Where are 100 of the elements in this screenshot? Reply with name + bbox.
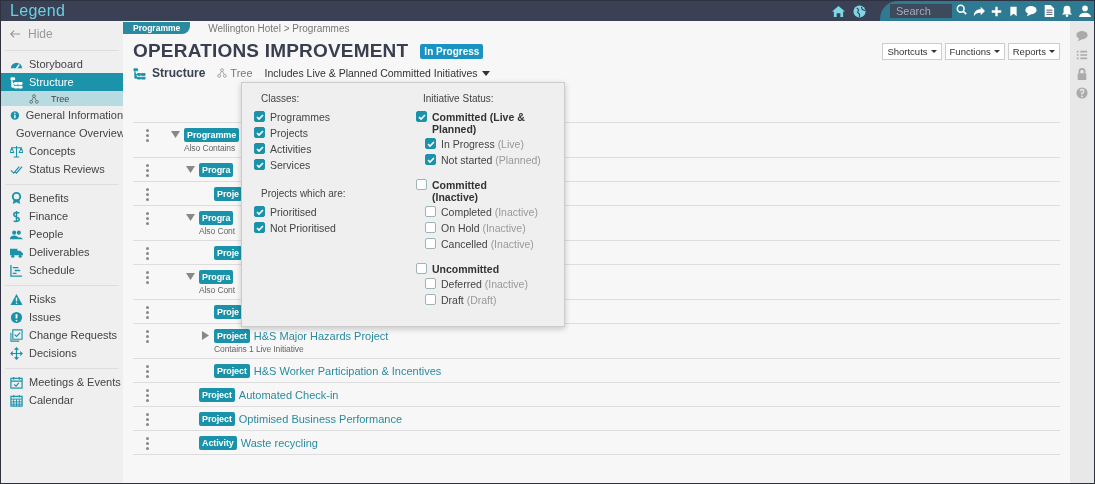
bell-icon[interactable] xyxy=(1061,5,1073,17)
sidebar-item[interactable]: Status Reviews xyxy=(1,160,123,178)
checkbox[interactable] xyxy=(416,263,427,274)
checkbox[interactable] xyxy=(254,143,265,154)
checkbox[interactable] xyxy=(425,238,436,249)
collapse-toggle-icon[interactable] xyxy=(186,213,195,222)
hierarchy-icon xyxy=(10,75,23,89)
breadcrumb[interactable]: Wellington Hotel > Programmes xyxy=(208,22,350,34)
sidebar-item[interactable]: Calendar xyxy=(1,391,123,409)
dropdown-button[interactable]: Shortcuts xyxy=(882,42,942,60)
checkbox[interactable] xyxy=(425,222,436,233)
plus-icon[interactable] xyxy=(991,5,1002,17)
checkbox-label[interactable]: Deferred (Inactive) xyxy=(441,278,528,290)
collapse-toggle-icon[interactable] xyxy=(186,272,195,281)
globe-icon[interactable] xyxy=(853,4,866,18)
share-icon[interactable] xyxy=(973,5,985,17)
sidebar-item[interactable]: Structure xyxy=(1,73,123,91)
sidebar-item[interactable]: Concepts xyxy=(1,142,123,160)
initiative-link[interactable]: Waste recycling xyxy=(240,436,318,449)
group-heading: Classes: xyxy=(261,93,301,104)
dropdown-button[interactable]: Reports xyxy=(1007,42,1060,60)
dropdown-button[interactable]: Functions xyxy=(944,42,1005,60)
more-menu-icon[interactable] xyxy=(146,245,149,260)
checkbox-label[interactable]: Prioritised xyxy=(270,206,317,218)
sidebar-item[interactable]: Storyboard xyxy=(1,55,123,73)
more-menu-icon[interactable] xyxy=(146,186,149,201)
sidebar-item[interactable]: Meetings & Events xyxy=(1,373,123,391)
initiative-link[interactable]: Automated Check-in xyxy=(238,388,339,401)
expand-toggle-icon[interactable] xyxy=(201,331,210,340)
lock-icon[interactable] xyxy=(1076,68,1088,80)
sidebar-item[interactable]: Benefits xyxy=(1,189,123,207)
checkbox[interactable] xyxy=(416,179,427,190)
user-icon[interactable] xyxy=(1079,5,1091,17)
contains-note: Also Cont xyxy=(199,285,235,295)
checkbox-label[interactable]: Not started (Planned) xyxy=(441,154,541,166)
search-field[interactable]: Search xyxy=(890,4,952,18)
checkbox[interactable] xyxy=(254,111,265,122)
sidebar-item[interactable]: General Information xyxy=(1,106,123,124)
checkbox-label[interactable]: On Hold (Inactive) xyxy=(441,222,526,234)
sidebar-item[interactable]: Change Requests xyxy=(1,326,123,344)
sidebar-item[interactable]: Schedule xyxy=(1,261,123,279)
checkbox-label[interactable]: Projects xyxy=(270,127,308,139)
checkbox[interactable] xyxy=(254,127,265,138)
sidebar-item[interactable]: Governance Overview xyxy=(1,124,123,142)
page-title: OPERATIONS IMPROVEMENT xyxy=(133,40,409,62)
checkbox-label[interactable]: Not Prioritised xyxy=(270,222,336,234)
collapse-toggle-icon[interactable] xyxy=(171,130,180,139)
sidebar-item[interactable]: People xyxy=(1,225,123,243)
checkbox-label[interactable]: Services xyxy=(270,159,311,171)
filter-dropdown[interactable]: Includes Live & Planned Committed Initiatives xyxy=(264,67,490,79)
checkbox-label[interactable]: Uncommitted xyxy=(432,263,500,275)
scales-icon xyxy=(10,144,23,158)
bookmark-icon[interactable] xyxy=(1008,5,1019,17)
more-menu-icon[interactable] xyxy=(146,435,149,450)
group-heading: Projects which are: xyxy=(261,188,347,199)
more-menu-icon[interactable] xyxy=(146,387,149,402)
checkbox-label[interactable]: Committed (Inactive) xyxy=(432,179,526,203)
checkbox-label[interactable]: Draft (Draft) xyxy=(441,294,497,306)
logo[interactable]: Legend xyxy=(1,2,66,20)
class-badge: Project xyxy=(214,328,250,343)
back-arrow-icon[interactable] xyxy=(9,28,21,40)
more-menu-icon[interactable] xyxy=(146,411,149,426)
chat-icon[interactable] xyxy=(1025,5,1037,17)
checkbox-label[interactable]: Activities xyxy=(270,143,312,155)
checkbox-label[interactable]: Cancelled (Inactive) xyxy=(441,238,534,250)
document-icon[interactable] xyxy=(1043,5,1055,17)
checkbox[interactable] xyxy=(254,222,265,233)
checkbox-label[interactable]: Programmes xyxy=(270,111,331,123)
list-icon[interactable] xyxy=(1076,49,1088,61)
view-label[interactable]: Tree xyxy=(230,67,253,79)
initiative-link[interactable]: H&S Worker Participation & Incentives xyxy=(253,364,442,377)
checkbox-label[interactable]: Committed (Live & Planned) xyxy=(432,111,526,135)
more-menu-icon[interactable] xyxy=(146,162,149,177)
checkbox-label[interactable]: Completed (Inactive) xyxy=(441,206,538,218)
sidebar-item[interactable]: Risks xyxy=(1,290,123,308)
sidebar-item[interactable]: Issues xyxy=(1,308,123,326)
checkbox[interactable] xyxy=(425,278,436,289)
checkbox[interactable] xyxy=(425,138,436,149)
sidebar-subitem[interactable]: Tree xyxy=(1,91,123,106)
more-menu-icon[interactable] xyxy=(146,304,149,319)
class-badge: Progra xyxy=(199,162,234,177)
checkbox[interactable] xyxy=(425,294,436,305)
more-menu-icon[interactable] xyxy=(146,363,149,378)
initiative-link[interactable]: H&S Major Hazards Project xyxy=(253,329,389,342)
sidebar-item[interactable]: Deliverables xyxy=(1,243,123,261)
initiative-link[interactable]: Optimised Business Performance xyxy=(238,412,403,425)
home-icon[interactable] xyxy=(832,4,845,18)
search-icon[interactable] xyxy=(956,4,967,15)
checkbox[interactable] xyxy=(425,206,436,217)
sidebar-item[interactable]: Finance xyxy=(1,207,123,225)
sidebar-item[interactable]: Decisions xyxy=(1,344,123,362)
checkbox[interactable] xyxy=(425,154,436,165)
help-icon[interactable] xyxy=(1076,87,1088,99)
alert-icon xyxy=(10,310,23,324)
checkbox-label[interactable]: In Progress (Live) xyxy=(441,138,524,150)
collapse-toggle-icon[interactable] xyxy=(186,165,195,174)
checkbox[interactable] xyxy=(416,111,427,122)
checkbox[interactable] xyxy=(254,206,265,217)
hierarchy-icon xyxy=(133,66,146,80)
checkbox[interactable] xyxy=(254,159,265,170)
